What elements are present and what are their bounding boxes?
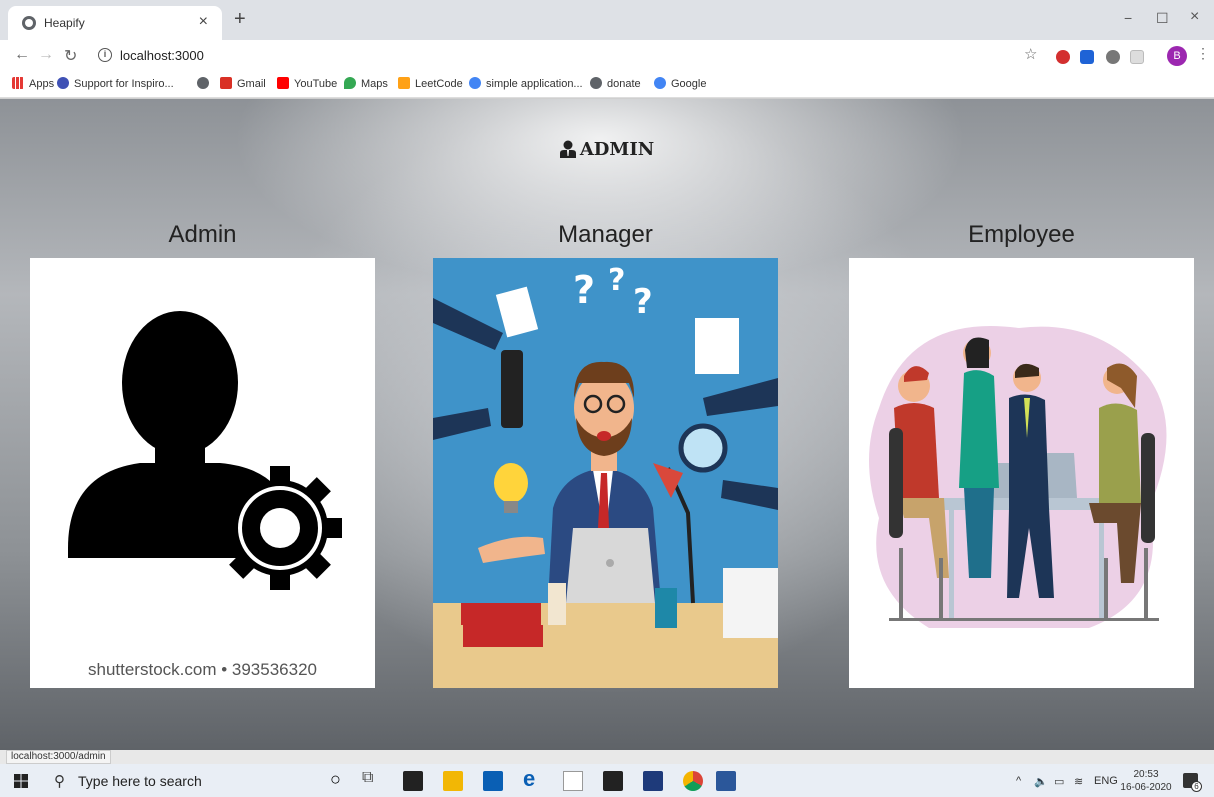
url-omnibox[interactable]: i localhost:3000 [88,44,1008,68]
language-indicator[interactable]: ENG [1094,775,1118,787]
support-icon [57,77,69,89]
bookmark-gmail[interactable]: Gmail [220,77,266,90]
bookmark-leetcode[interactable]: LeetCode [398,77,463,90]
url-text[interactable]: localhost:3000 [120,48,204,63]
admin-card[interactable]: shutterstock.com • 393536320 [30,258,375,688]
cortana-icon[interactable]: ○ [330,769,350,789]
svg-text:?: ? [573,268,595,312]
youtube-icon [277,77,289,89]
store-icon[interactable] [403,771,423,791]
bookmark-support[interactable]: Support for Inspiro... [57,77,174,90]
search-icon: ⚲ [54,773,65,790]
window-close-button[interactable]: × [1190,8,1199,26]
apps-grid-icon [12,77,24,89]
bookmark-youtube[interactable]: YouTube [277,77,337,90]
address-bar: ← → ↻ i localhost:3000 ☆ B ⋮ [0,40,1214,72]
role-label-manager: Manager [558,221,653,248]
clock-time: 20:53 [1133,769,1159,780]
status-hover-url: localhost:3000/admin [6,750,111,764]
globe-icon [590,77,602,89]
battery-icon[interactable]: ▭ [1054,775,1064,788]
globe-icon [22,16,36,30]
terminal-icon[interactable] [603,771,623,791]
svg-text:?: ? [608,263,625,298]
windows-start-icon[interactable] [14,774,28,788]
reload-icon[interactable]: ↻ [64,46,77,66]
clock-date: 16-06-2020 [1120,782,1172,793]
vscode-icon[interactable] [643,771,663,791]
notification-count: 6 [1191,781,1202,792]
taskbar-search-input[interactable]: ⚲ Type here to search [48,770,298,792]
bookmark-globe[interactable] [197,77,214,90]
extension-shield-icon[interactable] [1056,50,1070,64]
watermark-text: shutterstock.com • 393536320 [88,660,317,679]
tab-strip: Heapify × + − ☐ × [0,0,1214,40]
google-icon [469,77,481,89]
tab-close-button[interactable]: × [199,13,208,31]
admin-gear-icon [68,311,342,590]
tray-chevron-icon[interactable]: ^ [1016,775,1021,787]
back-arrow-icon[interactable]: ← [14,46,30,64]
word-icon[interactable] [716,771,736,791]
edge-browser-icon[interactable]: e [523,766,543,791]
chrome-icon[interactable] [683,771,703,791]
new-tab-button[interactable]: + [234,8,246,31]
bookmark-star-icon[interactable]: ☆ [1024,45,1037,63]
browser-tab[interactable]: Heapify × [8,6,222,40]
extension-icon[interactable] [1106,50,1120,64]
notification-center-icon[interactable]: 6 [1183,773,1202,792]
page-content: ADMIN Admin shutterstock.com • 393536320 [0,99,1214,750]
role-label-employee: Employee [968,221,1075,248]
bookmark-google[interactable]: Google [654,77,706,90]
info-icon[interactable]: i [98,48,112,62]
taskbar-clock[interactable]: 20:53 16-06-2020 [1118,768,1174,794]
mail-icon[interactable] [483,771,503,791]
leetcode-icon [398,77,410,89]
windows-taskbar: ⚲ Type here to search ○ ⧉ e ^ 🔈 ▭ ≋ ENG … [0,764,1214,797]
menu-kebab-icon[interactable]: ⋮ [1196,45,1210,62]
maps-pin-icon [344,77,356,89]
volume-icon[interactable]: 🔈 [1034,775,1048,788]
wifi-icon[interactable]: ≋ [1074,775,1083,788]
extension-icon[interactable] [1130,50,1144,64]
admin-person-icon [559,140,576,158]
page-title: ADMIN [0,139,1214,160]
gmail-icon [220,77,232,89]
manager-card[interactable]: ? ? ? [433,258,778,688]
bookmarks-bar: Apps Support for Inspiro... Gmail YouTub… [0,72,1214,98]
file-explorer-icon[interactable] [443,771,463,791]
bookmark-apps[interactable]: Apps [12,77,54,90]
forward-arrow-icon[interactable]: → [38,46,54,64]
tab-title: Heapify [44,16,85,30]
minimize-button[interactable]: − [1124,10,1132,26]
notepad-icon[interactable] [563,771,583,791]
profile-avatar[interactable]: B [1167,46,1187,66]
svg-text:?: ? [633,282,653,322]
role-label-admin: Admin [168,221,237,248]
status-bar: localhost:3000/admin [0,750,1214,764]
bookmark-simple-application[interactable]: simple application... [469,77,583,90]
globe-icon [197,77,209,89]
bookmark-donate[interactable]: donate [590,77,641,90]
task-view-icon[interactable]: ⧉ [362,769,382,789]
employee-meeting-illustration [849,258,1194,688]
google-icon [654,77,666,89]
bookmark-maps[interactable]: Maps [344,77,388,90]
extension-icon[interactable] [1080,50,1094,64]
maximize-button[interactable]: ☐ [1156,10,1169,27]
manager-illustration: ? ? ? [433,258,778,688]
employee-card[interactable] [849,258,1194,688]
